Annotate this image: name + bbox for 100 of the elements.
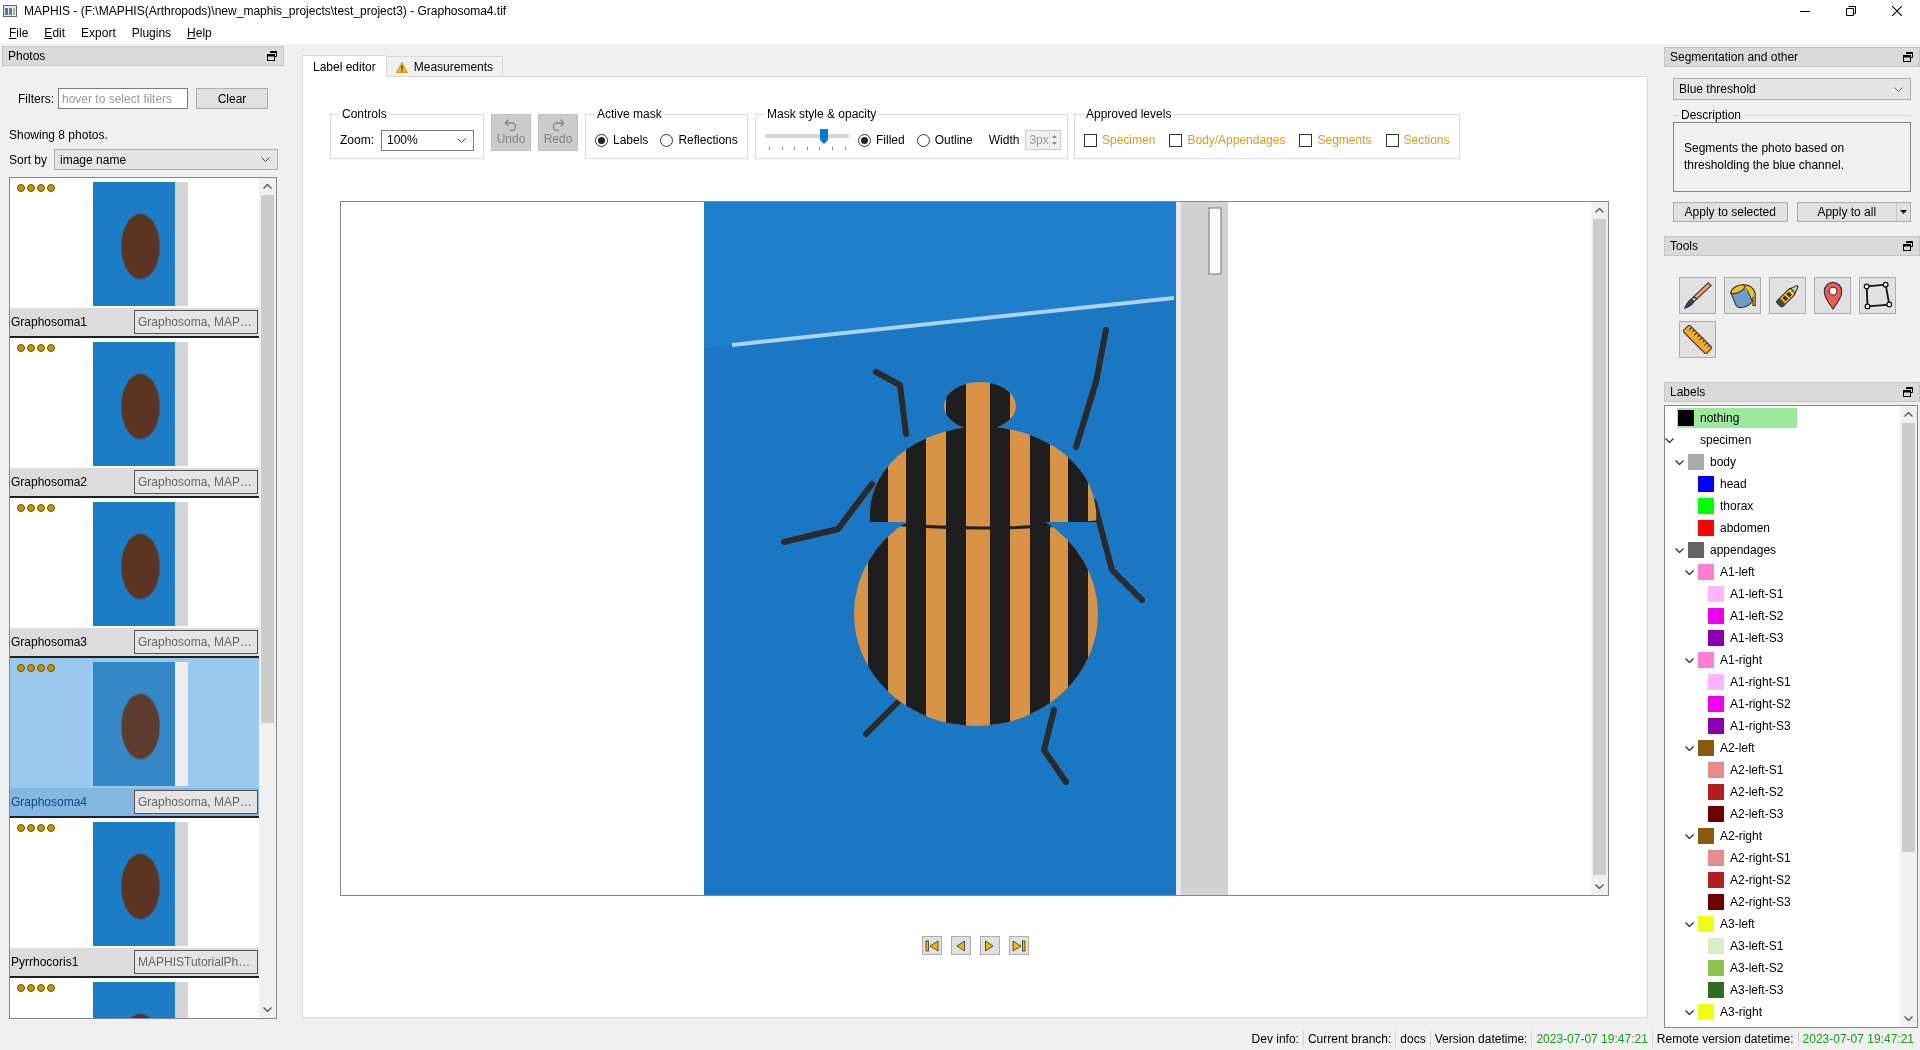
label-item[interactable]: specimen (1677, 430, 1797, 450)
label-item[interactable]: body (1687, 452, 1807, 472)
label-item[interactable]: A1-right-S1 (1707, 672, 1827, 692)
label-item[interactable]: head (1697, 474, 1817, 494)
float-icon[interactable] (1903, 387, 1913, 397)
tool-button[interactable] (1814, 277, 1851, 314)
scrollbar-thumb[interactable] (1593, 219, 1606, 875)
apply-button[interactable]: Apply to all (1796, 202, 1911, 222)
chevron-down-icon[interactable] (263, 1007, 272, 1012)
first-photo-button[interactable] (921, 936, 942, 955)
scrollbar[interactable] (1900, 406, 1917, 1027)
tags-button[interactable]: Graphosoma, MAP… (134, 790, 258, 814)
close-icon[interactable] (1892, 6, 1902, 16)
label-item[interactable]: A2-left (1697, 738, 1817, 758)
float-icon[interactable] (267, 51, 277, 61)
method-dropdown[interactable]: Blue threshold (1673, 78, 1911, 100)
menu-item[interactable]: Edit (36, 22, 74, 44)
label-item[interactable]: A1-left (1697, 562, 1817, 582)
label-item[interactable]: A2-right-S2 (1707, 870, 1827, 890)
menu-item[interactable]: Plugins (123, 22, 180, 44)
chevron-down-icon[interactable] (1675, 459, 1684, 465)
sort-dropdown[interactable]: image name (54, 149, 278, 170)
tags-button[interactable]: MAPHISTutorialPh… (134, 950, 258, 974)
label-item[interactable]: A3-left-S1 (1707, 936, 1827, 956)
minimize-icon[interactable] (1800, 10, 1810, 12)
restore-icon[interactable] (1846, 6, 1856, 16)
photo-item[interactable]: Graphosoma4 Graphosoma, MAP… (10, 658, 259, 818)
radio-icon[interactable] (858, 133, 871, 147)
menu-item[interactable]: Export (73, 22, 124, 44)
label-item[interactable]: A3-right (1697, 1002, 1817, 1022)
label-item[interactable]: thorax (1697, 496, 1817, 516)
chevron-down-icon[interactable] (1595, 884, 1604, 889)
chevron-down-icon[interactable] (1685, 569, 1694, 575)
clear-button[interactable]: Clear (196, 88, 268, 109)
label-item[interactable]: A3-left-S3 (1707, 980, 1827, 1000)
chevron-down-icon[interactable] (1904, 1016, 1913, 1021)
filter-field[interactable]: hover to select filters (58, 88, 188, 109)
tool-button[interactable] (1679, 277, 1716, 314)
scrollbar-thumb[interactable] (1902, 423, 1915, 852)
label-item[interactable]: A1-right-S2 (1707, 694, 1827, 714)
label-item[interactable]: nothing (1677, 408, 1797, 428)
label-item[interactable]: A2-left-S1 (1707, 760, 1827, 780)
label-item[interactable]: appendages (1687, 540, 1807, 560)
checkbox-icon[interactable] (1084, 133, 1097, 147)
tool-button[interactable] (1679, 321, 1716, 358)
radio-option[interactable]: Labels (595, 133, 649, 147)
last-photo-button[interactable] (1008, 936, 1029, 955)
radio-icon[interactable] (595, 133, 608, 147)
chevron-down-icon[interactable] (1685, 833, 1694, 839)
label-item[interactable]: A1-right (1697, 650, 1817, 670)
tags-button[interactable]: Graphosoma, MAP… (134, 310, 258, 334)
tab[interactable]: Label editor (302, 55, 387, 77)
tool-button[interactable] (1859, 277, 1896, 314)
apply-button[interactable]: Apply to selected (1673, 202, 1788, 222)
label-item[interactable]: A2-left-S2 (1707, 782, 1827, 802)
scrollbar-thumb[interactable] (261, 195, 274, 723)
tool-button[interactable] (1769, 277, 1806, 314)
label-item[interactable]: A1-left-S2 (1707, 606, 1827, 626)
slider-thumb[interactable] (819, 129, 828, 144)
radio-option[interactable]: Outline (916, 133, 973, 147)
chevron-up-icon[interactable] (1904, 412, 1913, 417)
label-item[interactable]: A1-right-S3 (1707, 716, 1827, 736)
chevron-up-icon[interactable] (263, 184, 272, 189)
radio-option[interactable]: Filled (858, 133, 905, 147)
label-item[interactable]: A1-left-S1 (1707, 584, 1827, 604)
menu-item[interactable]: Help (179, 22, 220, 44)
tool-button[interactable] (1724, 277, 1761, 314)
radio-icon[interactable] (916, 133, 930, 147)
chevron-down-icon[interactable] (1675, 547, 1684, 553)
radio-icon[interactable] (660, 133, 674, 147)
label-item[interactable]: A2-left-S3 (1707, 804, 1827, 824)
triangle-right-icon (985, 939, 994, 952)
chevron-down-icon[interactable] (1665, 437, 1674, 443)
chevron-down-icon[interactable] (1685, 657, 1694, 663)
tags-button[interactable]: Graphosoma, MAP… (134, 630, 258, 654)
chevron-down-icon[interactable] (1685, 921, 1694, 927)
scrollbar[interactable] (259, 178, 276, 1018)
zoom-dropdown[interactable]: 100% (381, 129, 474, 151)
checkbox-icon[interactable] (1169, 133, 1183, 147)
tags-button[interactable]: Graphosoma, MAP… (134, 470, 258, 494)
caret-down-icon[interactable] (1900, 210, 1907, 214)
label-item[interactable]: A3-left (1697, 914, 1817, 934)
radio-option[interactable]: Reflections (660, 133, 738, 147)
checkbox-icon[interactable] (1299, 133, 1313, 147)
previous-photo-button[interactable] (950, 936, 971, 955)
menu-item[interactable]: File (1, 22, 37, 44)
float-icon[interactable] (1903, 241, 1913, 251)
chevron-up-icon[interactable] (1595, 208, 1604, 213)
label-item[interactable]: A2-right-S3 (1707, 892, 1827, 912)
chevron-down-icon[interactable] (1685, 1009, 1694, 1015)
scrollbar[interactable] (1591, 202, 1608, 895)
label-item[interactable]: abdomen (1697, 518, 1817, 538)
chevron-down-icon[interactable] (1685, 745, 1694, 751)
next-photo-button[interactable] (979, 936, 1000, 955)
label-item[interactable]: A1-left-S3 (1707, 628, 1827, 648)
label-item[interactable]: A2-right-S1 (1707, 848, 1827, 868)
label-item[interactable]: A2-right (1697, 826, 1817, 846)
float-icon[interactable] (1903, 52, 1913, 62)
label-item[interactable]: A3-left-S2 (1707, 958, 1827, 978)
checkbox-icon[interactable] (1385, 133, 1399, 147)
